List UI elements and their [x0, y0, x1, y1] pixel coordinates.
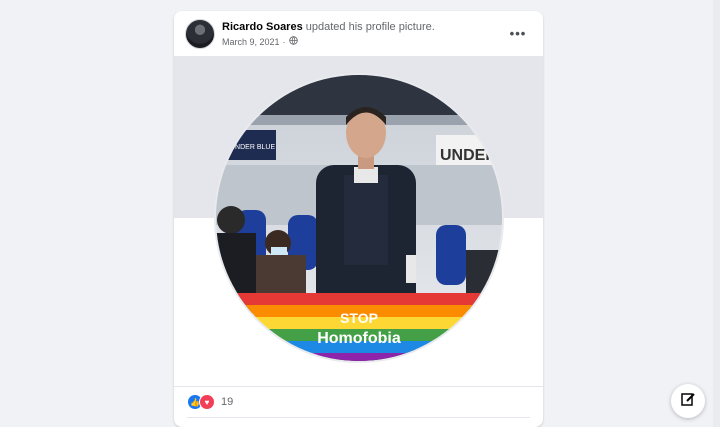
banner-line-2: Homofobia: [317, 330, 401, 347]
post-action-text: updated his profile picture.: [302, 21, 435, 33]
reaction-count[interactable]: 19: [221, 396, 233, 408]
post-header: Ricardo Soares updated his profile pictu…: [174, 11, 543, 56]
profile-photo-area[interactable]: UNDER BLUE UNDER STOP Homofobia: [174, 56, 543, 386]
profile-picture[interactable]: UNDER BLUE UNDER STOP Homofobia: [214, 73, 504, 363]
divider: [174, 386, 543, 387]
author-name[interactable]: Ricardo Soares: [222, 21, 303, 33]
reaction-icons: 👍 ♥: [187, 394, 215, 410]
globe-icon: [288, 36, 298, 47]
reactions-summary[interactable]: 👍 ♥ 19: [187, 393, 233, 411]
post-date[interactable]: March 9, 2021: [222, 37, 280, 47]
post-meta: March 9, 2021 ·: [222, 36, 298, 47]
more-options-icon[interactable]: •••: [508, 25, 528, 41]
divider-bottom: [187, 417, 530, 418]
compose-button[interactable]: [671, 384, 705, 418]
avatar[interactable]: [185, 19, 215, 49]
compose-icon: [680, 391, 696, 412]
sign-left-text: UNDER BLUE: [230, 144, 275, 151]
post-card: Ricardo Soares updated his profile pictu…: [174, 11, 543, 427]
banner-line-1: STOP: [340, 310, 378, 326]
scrollbar[interactable]: [713, 0, 720, 427]
dot-separator: ·: [282, 36, 286, 47]
post-headline: Ricardo Soares updated his profile pictu…: [222, 21, 435, 33]
love-icon: ♥: [199, 394, 215, 410]
